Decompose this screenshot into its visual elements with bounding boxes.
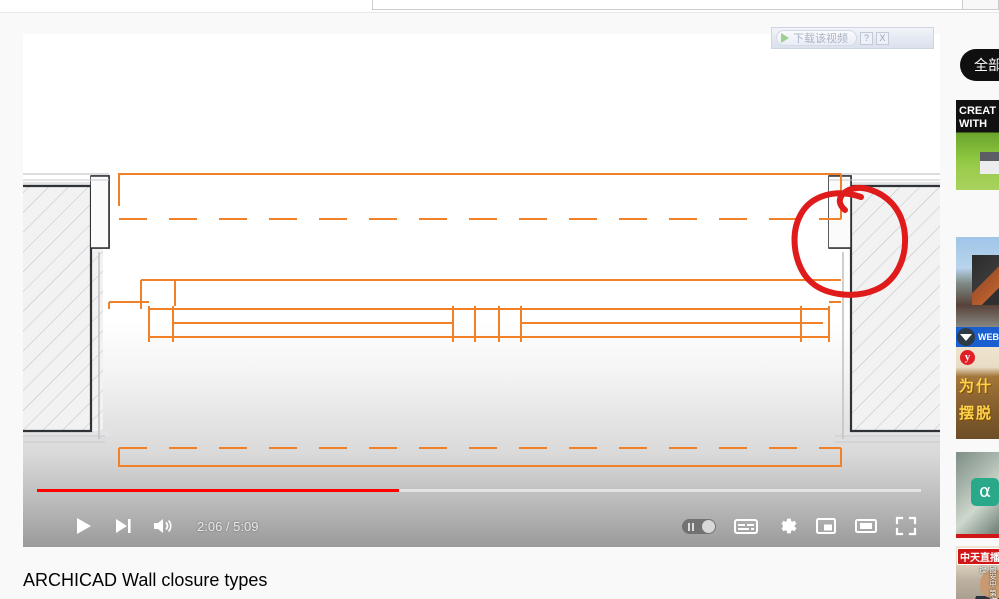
download-helper-widget[interactable]: 下载该视频 ? X bbox=[771, 27, 934, 49]
sidebar-ad-news[interactable]: 國安中 第六屆戰略教授 中天直播 要淬而 bbox=[956, 546, 999, 599]
autoplay-toggle[interactable] bbox=[682, 518, 716, 534]
miniplayer-icon[interactable] bbox=[806, 511, 846, 541]
house-graphic bbox=[980, 152, 999, 174]
ad-banner-text: WEB bbox=[978, 332, 999, 342]
ad-thumbnail: y 为什 摆脱 bbox=[956, 347, 999, 439]
chip-label: 全部 bbox=[974, 57, 999, 73]
ad-headline-line1: CREAT bbox=[959, 105, 997, 117]
ad-thumbnail: CREAT WITH bbox=[956, 100, 999, 190]
search-input[interactable] bbox=[372, 0, 963, 10]
player-right-controls bbox=[682, 511, 926, 541]
play-icon bbox=[781, 33, 789, 43]
player-left-controls: 2:06 / 5:09 bbox=[63, 511, 258, 541]
right-sidebar: 全部 CREAT WITH WEB y 为什 摆脱 α 國安中 第六屆戰略教授 … bbox=[947, 34, 999, 599]
next-video-button[interactable] bbox=[103, 511, 143, 541]
ad-thumbnail: WEB bbox=[956, 237, 999, 347]
building-graphic bbox=[972, 255, 999, 305]
ad-side-text: 國安中 第六屆戰略教授 bbox=[979, 566, 997, 599]
player-control-bar[interactable]: 2:06 / 5:09 bbox=[23, 489, 940, 547]
video-player[interactable]: Plaster Rev 2: bbox=[23, 34, 940, 547]
video-canvas[interactable] bbox=[23, 34, 940, 547]
search-submit-button[interactable] bbox=[963, 0, 999, 10]
volume-mute-button[interactable] bbox=[143, 511, 183, 541]
help-icon[interactable]: ? bbox=[860, 31, 873, 45]
ad-thumbnail: α bbox=[956, 452, 999, 538]
cad-orange-geometry bbox=[108, 173, 842, 467]
alpha-logo-icon: α bbox=[971, 478, 999, 506]
ad-line2: 摆脱 bbox=[959, 404, 994, 422]
sidebar-ad-alpha[interactable]: α bbox=[956, 452, 999, 538]
ad-banner: WEB bbox=[956, 327, 999, 347]
cad-drawing bbox=[23, 173, 940, 467]
theater-mode-icon[interactable] bbox=[846, 511, 886, 541]
sidebar-ad-create[interactable]: CREAT WITH bbox=[956, 100, 999, 190]
sidebar-ad-desert[interactable]: y 为什 摆脱 bbox=[956, 347, 999, 439]
filter-chip-all[interactable]: 全部 bbox=[960, 49, 999, 81]
close-icon[interactable]: X bbox=[876, 31, 889, 45]
subtitles-icon[interactable] bbox=[726, 511, 766, 541]
pause-icon bbox=[688, 522, 695, 531]
play-button[interactable] bbox=[63, 511, 103, 541]
ad-live-tag: 中天直播 bbox=[957, 548, 999, 565]
ad-line1: 为什 bbox=[959, 377, 994, 395]
ad-progress-bar bbox=[956, 534, 999, 538]
progress-played bbox=[37, 489, 400, 492]
toggle-knob bbox=[702, 519, 715, 533]
fullscreen-icon[interactable] bbox=[886, 511, 926, 541]
sidebar-ad-architecture[interactable]: WEB bbox=[956, 237, 999, 347]
wall-left bbox=[23, 173, 110, 443]
ad-thumbnail: 國安中 第六屆戰略教授 中天直播 要淬而 bbox=[956, 546, 999, 599]
wall-right bbox=[828, 173, 940, 443]
time-display: 2:06 / 5:09 bbox=[197, 518, 259, 534]
ad-headline-line2: WITH bbox=[959, 118, 988, 130]
brand-logo-icon bbox=[957, 328, 975, 346]
download-label: 下载该视频 bbox=[793, 33, 848, 45]
progress-bar[interactable] bbox=[37, 489, 921, 492]
download-video-button[interactable]: 下载该视频 bbox=[776, 30, 857, 46]
settings-gear-icon[interactable] bbox=[766, 511, 806, 541]
video-title: ARCHICAD Wall closure types bbox=[23, 570, 268, 590]
y-logo-icon: y bbox=[960, 350, 975, 365]
browser-top-strip bbox=[0, 0, 999, 12]
